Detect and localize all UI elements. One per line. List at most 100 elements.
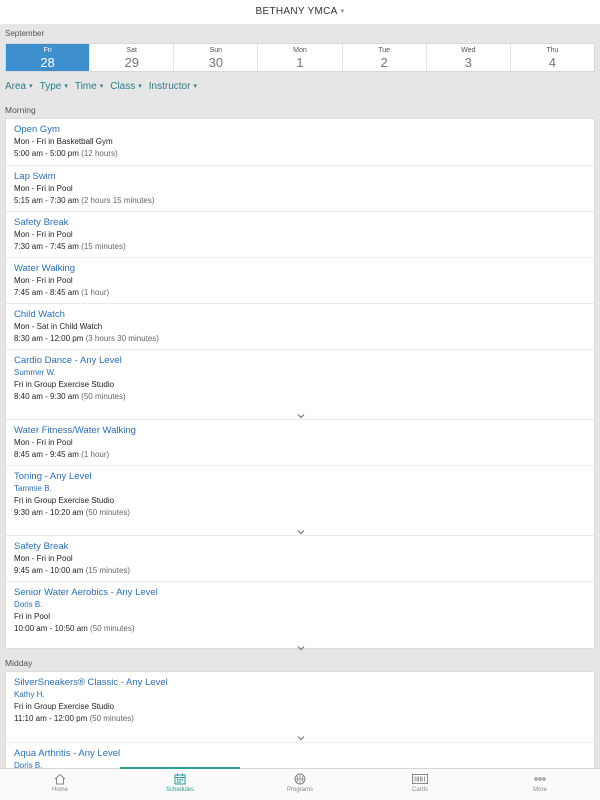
class-name[interactable]: SilverSneakers® Classic - Any Level [14, 677, 168, 688]
filter-label: Area [5, 81, 27, 92]
class-name[interactable]: Open Gym [14, 124, 60, 135]
instructor-name[interactable]: Kathy H. [14, 690, 45, 699]
duration: (15 minutes) [81, 242, 126, 251]
chevron-down-icon: ▾ [64, 83, 68, 90]
class-time: 11:10 am - 12:00 pm (50 minutes) [14, 714, 134, 723]
class-location: Fri in Group Exercise Studio [14, 496, 115, 505]
duration: (1 hour) [81, 450, 110, 459]
class-location: Mon - Fri in Pool [14, 438, 73, 447]
list-item[interactable]: Water Fitness/Water Walking Mon - Fri in … [6, 419, 594, 465]
chevron-down-icon[interactable]: ▾ [341, 8, 345, 15]
chevron-down-icon[interactable] [296, 524, 306, 535]
instructor-name[interactable]: Summer W. [14, 368, 56, 377]
duration: (12 hours) [81, 149, 118, 158]
class-time: 5:15 am - 7:30 am (2 hours 15 minutes) [14, 196, 155, 205]
tab-cards[interactable]: Cards [360, 769, 480, 800]
class-name[interactable]: Lap Swim [14, 171, 56, 182]
day-date: 2 [380, 55, 388, 70]
list-item[interactable]: Water Walking Mon - Fri in Pool 7:45 am - … [6, 257, 594, 303]
time-range: 10:00 am - 10:50 am [14, 624, 91, 633]
day-cell[interactable]: Fri 28 [6, 44, 91, 71]
class-name[interactable]: Toning - Any Level [14, 471, 92, 482]
day-name: Wed [461, 47, 476, 54]
class-location: Mon - Sat in Child Watch [14, 322, 103, 331]
filter-label: Class [110, 81, 136, 92]
list-item[interactable]: Safety Break Mon - Fri in Pool 9:45 am - 1… [6, 535, 594, 581]
instructor-name[interactable]: Tammie B. [14, 484, 52, 493]
time-range: 9:45 am - 10:00 am [14, 566, 86, 575]
class-time: 9:30 am - 10:20 am (50 minutes) [14, 508, 130, 517]
chevron-down-icon[interactable] [296, 730, 306, 741]
class-time: 10:00 am - 10:50 am (50 minutes) [14, 624, 135, 633]
more-icon [480, 773, 600, 785]
day-date: 30 [208, 55, 224, 70]
schedule-card: Open Gym Mon - Fri in Basketball Gym 5:00 … [5, 118, 595, 651]
tab-home[interactable]: Home [0, 769, 120, 800]
day-cell[interactable]: Sun 30 [174, 44, 259, 71]
class-name[interactable]: Cardio Dance - Any Level [14, 355, 122, 366]
time-range: 11:10 am - 12:00 pm [14, 714, 90, 723]
list-item[interactable]: Open Gym Mon - Fri in Basketball Gym 5:00 … [6, 119, 594, 165]
class-time: 7:45 am - 8:45 am (1 hour) [14, 288, 109, 297]
list-item[interactable]: Safety Break Mon - Fri in Pool 7:30 am - 7… [6, 211, 594, 257]
basketball-icon [240, 773, 360, 785]
day-cell[interactable]: Sat 29 [90, 44, 175, 71]
class-name[interactable]: Water Walking [14, 263, 75, 274]
class-location: Fri in Group Exercise Studio [14, 380, 115, 389]
filter-instructor[interactable]: Instructor ▾ [149, 81, 197, 92]
class-time: 7:30 am - 7:45 am (15 minutes) [14, 242, 126, 251]
list-item[interactable]: Lap Swim Mon - Fri in Pool 5:15 am - 7:30 … [6, 165, 594, 211]
duration: (50 minutes) [81, 392, 126, 401]
duration: (2 hours 15 minutes) [81, 196, 155, 205]
class-location: Mon - Fri in Pool [14, 554, 73, 563]
list-item[interactable]: Cardio Dance - Any Level Summer W. Fri in … [6, 349, 594, 419]
chevron-down-icon[interactable] [296, 640, 306, 651]
filter-label: Time [74, 81, 97, 92]
location-selector[interactable]: BETHANY YMCA ▾ [256, 6, 345, 17]
list-item[interactable]: SilverSneakers® Classic - Any Level Kathy… [6, 672, 594, 742]
class-name[interactable]: Safety Break [14, 541, 68, 552]
filter-type[interactable]: Type ▾ [40, 81, 68, 92]
class-name[interactable]: Senior Water Aerobics - Any Level [14, 587, 158, 598]
chevron-down-icon[interactable] [296, 408, 306, 419]
list-item[interactable]: Senior Water Aerobics - Any Level Doris B… [6, 581, 594, 651]
tab-more[interactable]: More [480, 769, 600, 800]
tab-programs[interactable]: Programs [240, 769, 360, 800]
day-cell[interactable]: Tue 2 [343, 44, 427, 71]
day-date: 1 [296, 55, 304, 70]
day-cell[interactable]: Mon 1 [258, 44, 343, 71]
class-name[interactable]: Aqua Arthritis - Any Level [14, 748, 120, 759]
filter-class[interactable]: Class ▾ [110, 81, 142, 92]
day-cell[interactable]: Thu 4 [511, 44, 594, 71]
location-title[interactable]: BETHANY YMCA [256, 6, 338, 17]
time-range: 7:30 am - 7:45 am [14, 242, 82, 251]
duration: (3 hours 30 minutes) [85, 334, 159, 343]
filter-time[interactable]: Time ▾ [75, 81, 103, 92]
class-name[interactable]: Water Fitness/Water Walking [14, 425, 136, 436]
list-item[interactable]: Child Watch Mon - Sat in Child Watch 8:30 … [6, 303, 594, 349]
day-date: 4 [548, 55, 557, 70]
time-range: 7:45 am - 8:45 am [14, 288, 82, 297]
time-range: 8:30 am - 12:00 pm [14, 334, 86, 343]
chevron-down-icon: ▾ [99, 83, 104, 90]
day-name: Sun [209, 47, 223, 54]
class-location: Mon - Fri in Basketball Gym [14, 137, 113, 146]
class-name[interactable]: Safety Break [14, 217, 68, 228]
list-item[interactable]: Toning - Any Level Tammie B. Fri in Group … [6, 465, 594, 535]
instructor-name[interactable]: Doris B. [14, 600, 42, 609]
tab-label: Programs [286, 787, 313, 793]
day-name: Sat [126, 47, 137, 54]
class-time: 9:45 am - 10:00 am (15 minutes) [14, 566, 130, 575]
day-name: Fri [43, 47, 52, 54]
filter-area[interactable]: Area ▾ [5, 81, 33, 92]
duration: (50 minutes) [90, 624, 135, 633]
tab-schedules[interactable]: Schedules [120, 767, 240, 800]
time-range: 5:00 am - 5:00 pm [14, 149, 82, 158]
duration: (50 minutes) [85, 508, 131, 517]
tab-label: More [533, 787, 547, 793]
day-cell[interactable]: Wed 3 [427, 44, 511, 71]
calendar-icon [120, 773, 240, 785]
day-date: 3 [464, 55, 472, 70]
tab-label: Home [51, 787, 68, 793]
class-name[interactable]: Child Watch [14, 309, 65, 320]
